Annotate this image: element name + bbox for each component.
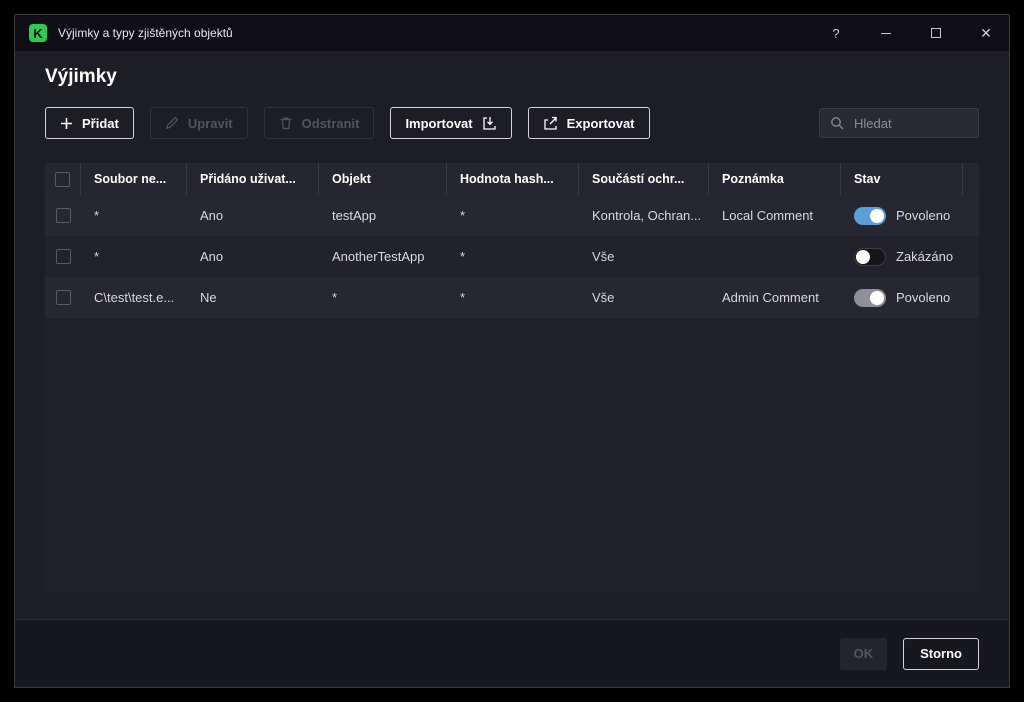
page-title: Výjimky bbox=[45, 66, 117, 87]
close-icon[interactable]: ✕ bbox=[979, 25, 993, 41]
add-button[interactable]: Přidat bbox=[45, 107, 134, 139]
cell-added-by-user: Ne bbox=[200, 290, 217, 305]
export-button-label: Exportovat bbox=[566, 115, 635, 131]
add-button-label: Přidat bbox=[82, 115, 119, 131]
col-header-state[interactable]: Stav bbox=[841, 163, 963, 195]
table-empty-area bbox=[45, 318, 979, 592]
edit-button[interactable]: Upravit bbox=[149, 107, 248, 139]
cell-file: * bbox=[94, 208, 100, 223]
import-button[interactable]: Importovat bbox=[390, 107, 512, 139]
col-header-added-by-user[interactable]: Přidáno uživat... bbox=[187, 163, 319, 195]
row-checkbox[interactable] bbox=[55, 208, 71, 223]
import-icon bbox=[482, 116, 496, 130]
state-toggle[interactable] bbox=[854, 206, 886, 225]
cell-hash: * bbox=[460, 249, 466, 264]
table-header-row: Soubor ne... Přidáno uživat... Objekt Ho… bbox=[45, 163, 979, 195]
cell-state: Povoleno bbox=[841, 288, 963, 307]
cancel-button[interactable]: Storno bbox=[903, 637, 979, 670]
titlebar: K Výjimky a typy zjištěných objektů ? ✕ bbox=[15, 15, 1009, 51]
cell-file: C\test\test.e... bbox=[94, 290, 175, 305]
kaspersky-logo-icon: K bbox=[29, 24, 47, 42]
help-icon[interactable]: ? bbox=[829, 26, 843, 41]
cell-object: testApp bbox=[332, 208, 377, 223]
cell-hash: * bbox=[460, 290, 466, 305]
cell-added-by-user: Ano bbox=[200, 249, 224, 264]
search-box bbox=[819, 108, 979, 138]
dialog-footer: OK Storno bbox=[15, 619, 1009, 687]
col-header-file[interactable]: Soubor ne... bbox=[81, 163, 187, 195]
col-header-object[interactable]: Objekt bbox=[319, 163, 447, 195]
table-row[interactable]: C\test\test.e... Ne * * Vše Admin Commen… bbox=[45, 277, 979, 318]
cell-protection: Vše bbox=[592, 290, 615, 305]
table-row[interactable]: * Ano testApp * Kontrola, Ochran... Loca… bbox=[45, 195, 979, 236]
import-button-label: Importovat bbox=[405, 115, 473, 131]
cell-note: Admin Comment bbox=[722, 290, 819, 305]
row-checkbox[interactable] bbox=[55, 249, 71, 264]
state-label: Povoleno bbox=[896, 290, 951, 305]
toolbar: Přidat Upravit Odstranit Importovat Expo… bbox=[45, 107, 979, 139]
export-icon bbox=[543, 116, 557, 130]
ok-button[interactable]: OK bbox=[839, 637, 888, 670]
delete-button[interactable]: Odstranit bbox=[263, 107, 375, 139]
plus-icon bbox=[61, 117, 72, 129]
window-title: Výjimky a typy zjištěných objektů bbox=[58, 26, 233, 40]
exclusions-table: Soubor ne... Přidáno uživat... Objekt Ho… bbox=[45, 163, 979, 592]
minimize-icon[interactable] bbox=[879, 26, 893, 40]
cell-object: AnotherTestApp bbox=[332, 249, 425, 264]
cell-note: Local Comment bbox=[722, 208, 814, 223]
search-icon bbox=[831, 117, 844, 130]
cell-object: * bbox=[332, 290, 338, 305]
cell-state: Povoleno bbox=[841, 206, 963, 225]
row-checkbox[interactable] bbox=[55, 290, 71, 305]
table-row[interactable]: * Ano AnotherTestApp * Vše Zakázáno bbox=[45, 236, 979, 277]
select-all-checkbox[interactable] bbox=[55, 171, 70, 187]
state-toggle[interactable] bbox=[854, 288, 886, 307]
cell-file: * bbox=[94, 249, 100, 264]
delete-button-label: Odstranit bbox=[301, 115, 360, 131]
dialog-window: K Výjimky a typy zjištěných objektů ? ✕ … bbox=[14, 14, 1010, 688]
col-header-spacer bbox=[963, 163, 989, 195]
search-input[interactable] bbox=[852, 114, 968, 132]
maximize-icon[interactable] bbox=[929, 26, 943, 40]
cell-protection: Vše bbox=[592, 249, 615, 264]
export-button[interactable]: Exportovat bbox=[527, 107, 650, 139]
cell-protection: Kontrola, Ochran... bbox=[592, 208, 702, 223]
trash-icon bbox=[280, 117, 292, 130]
cell-state: Zakázáno bbox=[841, 247, 963, 266]
col-header-note[interactable]: Poznámka bbox=[709, 163, 841, 195]
state-toggle[interactable] bbox=[854, 247, 886, 266]
col-header-hash[interactable]: Hodnota hash... bbox=[447, 163, 579, 195]
state-label: Povoleno bbox=[896, 208, 951, 223]
state-label: Zakázáno bbox=[896, 249, 954, 264]
col-header-protection[interactable]: Součástí ochr... bbox=[579, 163, 709, 195]
edit-button-label: Upravit bbox=[187, 115, 233, 131]
content-area: Výjimky Přidat Upravit Odstranit Importo… bbox=[15, 51, 1009, 619]
cell-added-by-user: Ano bbox=[200, 208, 224, 223]
pencil-icon bbox=[165, 116, 179, 130]
cell-hash: * bbox=[460, 208, 466, 223]
